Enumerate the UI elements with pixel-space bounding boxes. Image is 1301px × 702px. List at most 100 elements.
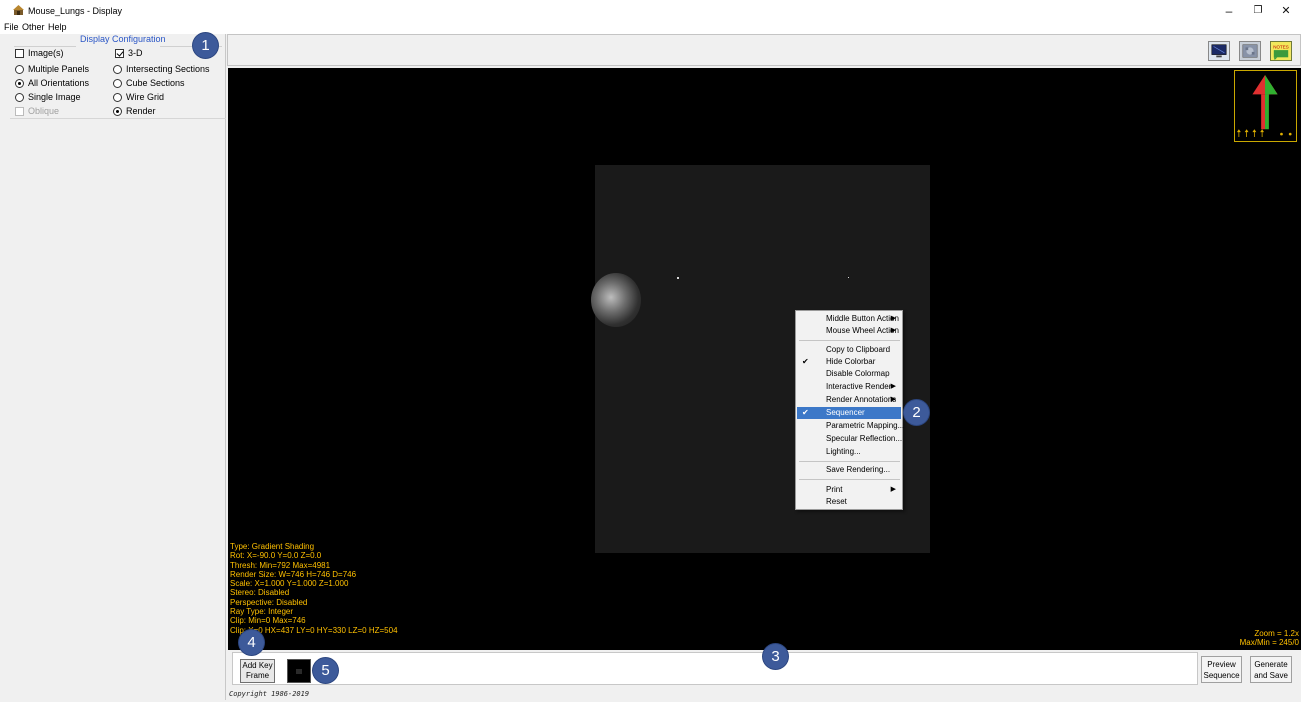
window-title: Mouse_Lungs - Display: [28, 6, 123, 16]
radio-single-image[interactable]: Single Image: [15, 92, 81, 102]
callout-badge: 3: [763, 644, 788, 669]
check-icon: ✔: [802, 408, 809, 417]
radio-label: All Orientations: [28, 78, 90, 88]
info-line: Perspective: Disabled: [230, 597, 308, 607]
info-line: Scale: X=1.000 Y=1.000 Z=1.000: [230, 579, 349, 589]
menu-item-label: Sequencer: [826, 408, 865, 417]
render-speck: [677, 277, 679, 279]
three-d-label: 3-D: [128, 48, 143, 58]
oblique-checkbox: Oblique: [15, 106, 59, 116]
render-speck: [848, 277, 849, 278]
orientation-arrow-icon: [1234, 70, 1297, 142]
zoom-readout: Zoom = 1.2x: [1254, 629, 1299, 638]
maxmin-readout: Max/Min = 245/0: [1239, 638, 1299, 648]
menu-item-label: Reset: [826, 497, 847, 506]
radio-intersecting-sections[interactable]: Intersecting Sections: [113, 64, 210, 74]
radio-label: Single Image: [28, 92, 81, 102]
menu-item-label: Mouse Wheel Action: [826, 326, 899, 335]
menu-item-copy-to-clipboard[interactable]: Copy to Clipboard: [797, 344, 901, 356]
radio-all-orientations[interactable]: All Orientations: [15, 78, 89, 88]
render-viewport[interactable]: Type: Gradient Shading Rot: X=-90.0 Y=0.…: [228, 68, 1301, 650]
generate-and-save-button[interactable]: Generate and Save: [1250, 656, 1292, 683]
close-button[interactable]: ✕: [1278, 4, 1294, 18]
checkbox-box: [15, 106, 24, 116]
key-frame-thumbnail[interactable]: [287, 659, 311, 683]
radio-circle: [15, 64, 24, 74]
add-key-frame-button[interactable]: Add Key Frame: [240, 659, 275, 683]
display-configuration-panel: Display Configuration Image(s) 3-D Multi…: [10, 34, 226, 700]
menu-item-label: Specular Reflection...: [826, 434, 903, 443]
radio-circle: [15, 78, 24, 88]
radio-label: Intersecting Sections: [126, 64, 210, 74]
info-line: Clip: Min=0 Max=746: [230, 616, 306, 626]
radio-circle: [15, 92, 24, 102]
info-line: Ray Type: Integer: [230, 607, 293, 617]
menu-item-lighting[interactable]: Lighting...: [797, 446, 901, 458]
menu-item-interactive-render[interactable]: Interactive Render ▶: [797, 381, 901, 393]
menu-item-render-annotations[interactable]: Render Annotations ▶: [797, 394, 901, 406]
menu-item-sequencer[interactable]: ✔ Sequencer: [797, 407, 901, 419]
sequencer-track[interactable]: Add Key Frame: [232, 652, 1198, 685]
menu-item-label: Save Rendering...: [826, 465, 891, 474]
radio-render[interactable]: Render: [113, 106, 156, 116]
menu-item-label: Parametric Mapping...: [826, 421, 905, 430]
menu-item-disable-colormap[interactable]: Disable Colormap: [797, 368, 901, 380]
menu-item-label: Render Annotations: [826, 395, 897, 404]
menu-item-label: Print: [826, 485, 843, 494]
minimize-button[interactable]: –: [1221, 4, 1237, 18]
menu-item-save-rendering[interactable]: Save Rendering...: [797, 464, 901, 476]
menu-item-mouse-wheel-action[interactable]: Mouse Wheel Action ▶: [797, 325, 901, 337]
render-info-overlay: Type: Gradient Shading Rot: X=-90.0 Y=0.…: [230, 542, 398, 635]
menu-item-specular-reflection[interactable]: Specular Reflection...: [797, 433, 903, 445]
three-d-checkbox[interactable]: 3-D: [115, 48, 143, 58]
preview-sequence-button[interactable]: Preview Sequence: [1201, 656, 1242, 683]
menu-item-label: Disable Colormap: [826, 369, 890, 378]
menu-item-label: Middle Button Action: [826, 314, 899, 323]
menu-item-reset[interactable]: Reset: [797, 496, 901, 508]
rendered-lung-region: [591, 273, 641, 327]
callout-badge: 4: [239, 630, 264, 655]
divider: [14, 46, 76, 47]
menu-bar: File Other Help: [0, 22, 1301, 34]
notes-label: NOTES: [1273, 44, 1289, 49]
menu-item-print[interactable]: Print ▶: [797, 484, 901, 496]
display-configuration-title: Display Configuration: [80, 34, 166, 44]
notes-icon[interactable]: NOTES: [1270, 41, 1292, 61]
images-checkbox[interactable]: Image(s): [15, 48, 64, 58]
menu-item-label: Lighting...: [826, 447, 861, 456]
radio-label: Multiple Panels: [28, 64, 90, 74]
menu-item-hide-colorbar[interactable]: ✔ Hide Colorbar: [797, 356, 901, 368]
info-line: Rot: X=-90.0 Y=0.0 Z=0.0: [230, 551, 322, 561]
copyright-text: Copyright 1986-2019: [229, 690, 310, 698]
check-icon: ✔: [802, 357, 809, 366]
checkbox-box: [15, 48, 24, 58]
menu-item-label: Interactive Render: [826, 382, 892, 391]
app-icon: [13, 5, 24, 15]
render-context-menu: Middle Button Action ▶ Mouse Wheel Actio…: [795, 310, 905, 510]
restore-button[interactable]: ❐: [1250, 4, 1266, 18]
menu-separator: [799, 479, 900, 480]
app-window: Mouse_Lungs - Display – ❐ ✕ File Other H…: [0, 0, 1301, 702]
submenu-arrow-icon: ▶: [890, 396, 896, 403]
divider: [10, 118, 226, 119]
menu-item-parametric-mapping[interactable]: Parametric Mapping...: [797, 420, 905, 432]
radio-circle: [113, 106, 122, 116]
radio-multiple-panels[interactable]: Multiple Panels: [15, 64, 89, 74]
menu-item-label: Hide Colorbar: [826, 357, 876, 366]
menu-item-label: Copy to Clipboard: [826, 345, 891, 354]
menu-item-middle-button-action[interactable]: Middle Button Action ▶: [797, 313, 901, 325]
radio-circle: [113, 92, 122, 102]
menu-help[interactable]: Help: [48, 22, 67, 33]
callout-badge: 1: [193, 33, 218, 58]
display-toolbar: NOTES: [227, 34, 1301, 66]
callout-badge: 5: [313, 658, 338, 683]
grid-view-icon[interactable]: [1239, 41, 1261, 61]
menu-separator: [799, 461, 900, 462]
menu-other[interactable]: Other: [22, 22, 45, 33]
callout-badge: 2: [904, 400, 929, 425]
menu-file[interactable]: File: [4, 22, 19, 33]
submenu-arrow-icon: ▶: [890, 315, 896, 322]
radio-wire-grid[interactable]: Wire Grid: [113, 92, 164, 102]
radio-cube-sections[interactable]: Cube Sections: [113, 78, 185, 88]
monitor-icon[interactable]: [1208, 41, 1230, 61]
